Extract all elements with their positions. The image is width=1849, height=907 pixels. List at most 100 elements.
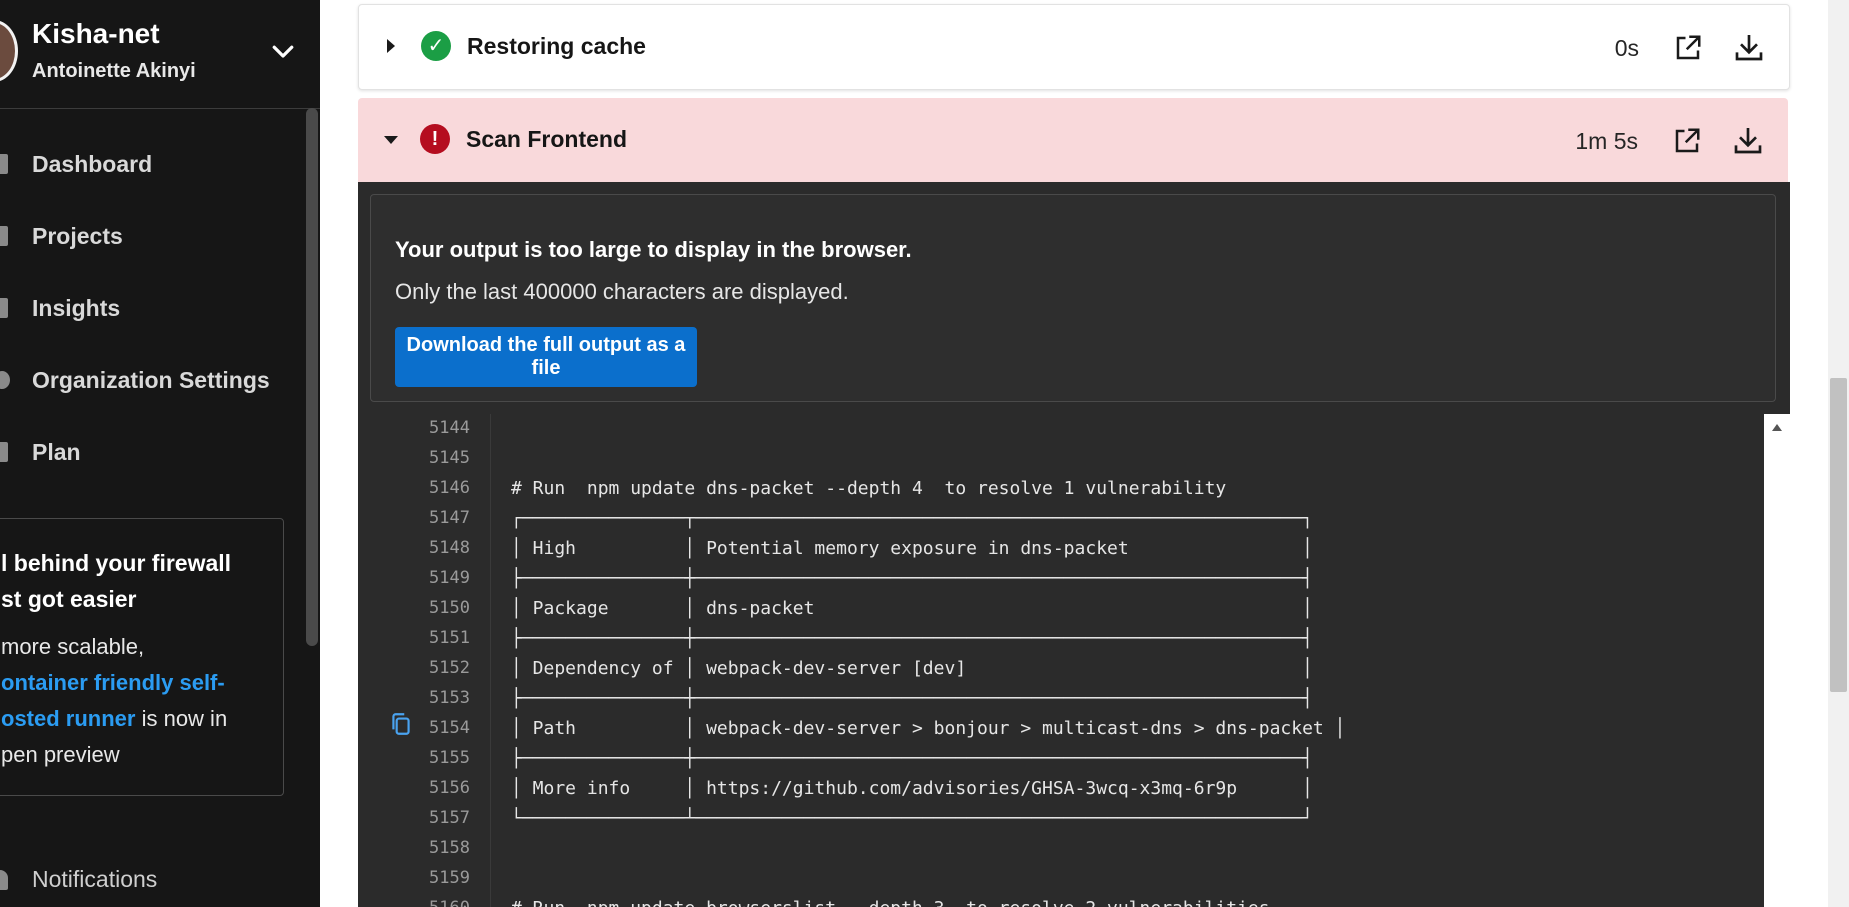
log-line: 5159 [358, 864, 1760, 894]
promo-body-line-1: more scalable, [1, 634, 145, 659]
error-icon: ! [420, 124, 450, 154]
line-text: # Run npm update browserslist --depth 3 … [511, 898, 1270, 907]
log-line: 5145 [358, 444, 1760, 474]
log-line: 5154 │ Path │ webpack-dev-server > bonjou… [358, 714, 1760, 744]
scroll-up-arrow-icon[interactable] [1772, 424, 1782, 431]
sidebar-item-label: Organization Settings [32, 366, 270, 393]
log-line: 5153 ├───────────────┼───────────────────… [358, 684, 1760, 714]
line-number: 5154 [429, 718, 470, 738]
plan-icon [0, 442, 8, 462]
step-duration: 1m 5s [1575, 128, 1638, 154]
output-too-large-notice: Your output is too large to display in t… [370, 194, 1776, 402]
line-number: 5157 [429, 808, 470, 828]
caret-down-icon[interactable] [384, 136, 398, 144]
line-number: 5158 [429, 838, 470, 858]
line-number: 5147 [429, 508, 470, 528]
line-number: 5146 [429, 478, 470, 498]
line-number: 5150 [429, 598, 470, 618]
line-text: │ Path │ webpack-dev-server > bonjour > … [511, 718, 1346, 739]
sidebar: Kisha-net Antoinette Akinyi Dashboard Pr… [0, 0, 320, 907]
log-line: 5160 # Run npm update browserslist --dept… [358, 894, 1760, 907]
caret-right-icon[interactable] [387, 39, 395, 53]
line-number: 5159 [429, 868, 470, 888]
notice-text: Only the last 400000 characters are disp… [395, 279, 849, 304]
line-text: ├───────────────┼───────────────────────… [511, 748, 1313, 769]
line-text: │ More info │ https://github.com/advisor… [511, 778, 1313, 799]
log-line: 5152 │ Dependency of │ webpack-dev-server… [358, 654, 1760, 684]
log-line: 5144 [358, 414, 1760, 444]
step-output-log: Your output is too large to display in t… [358, 182, 1790, 907]
log-line: 5146 # Run npm update dns-packet --depth … [358, 474, 1760, 504]
sidebar-item-dashboard[interactable]: Dashboard [0, 142, 300, 186]
log-line: 5150 │ Package │ dns-packet │ [358, 594, 1760, 624]
org-name: Kisha-net [32, 18, 160, 49]
sidebar-scrollbar[interactable] [306, 108, 318, 646]
promo-title-line-1: l behind your firewall [1, 550, 232, 576]
sidebar-item-projects[interactable]: Projects [0, 214, 300, 258]
sidebar-item-organization-settings[interactable]: Organization Settings [0, 358, 300, 402]
promo-title: l behind your firewall st got easier [0, 545, 281, 617]
promo-body-line-4: pen preview [1, 742, 120, 767]
notice-title: Your output is too large to display in t… [395, 237, 912, 262]
user-name: Antoinette Akinyi [32, 60, 196, 82]
page-scrollbar-thumb[interactable] [1830, 378, 1847, 692]
line-text: ├───────────────┼───────────────────────… [511, 628, 1313, 649]
line-text: │ High │ Potential memory exposure in dn… [511, 538, 1313, 559]
line-text: │ Package │ dns-packet │ [511, 598, 1313, 619]
sidebar-item-notifications[interactable]: Notifications [0, 862, 300, 898]
sidebar-item-label: Dashboard [32, 150, 153, 177]
line-number: 5148 [429, 538, 470, 558]
log-line: 5155 ├───────────────┼───────────────────… [358, 744, 1760, 774]
line-number: 5160 [410, 898, 470, 907]
log-line: 5156 │ More info │ https://github.com/adv… [358, 774, 1760, 804]
sidebar-item-insights[interactable]: Insights [0, 286, 300, 330]
job-steps-panel: ✓ Restoring cache 0s ! Scan Frontend 1m … [320, 0, 1828, 907]
line-number: 5151 [429, 628, 470, 648]
line-number: 5145 [429, 448, 470, 468]
chevron-down-icon[interactable] [268, 36, 298, 66]
gear-icon [0, 371, 10, 389]
promo-body-line-3: is now in [135, 706, 228, 731]
check-icon: ✓ [421, 31, 451, 61]
line-text: ├───────────────┼───────────────────────… [511, 568, 1313, 589]
promo-title-line-2: st got easier [1, 586, 137, 612]
line-number: 5155 [429, 748, 470, 768]
download-full-output-button[interactable]: Download the full output as a file [395, 327, 697, 387]
line-number: 5152 [429, 658, 470, 678]
line-text: │ Dependency of │ webpack-dev-server [de… [511, 658, 1313, 679]
download-icon[interactable] [1732, 124, 1764, 156]
log-line: 5151 ├───────────────┼───────────────────… [358, 624, 1760, 654]
external-link-icon[interactable] [1672, 126, 1702, 156]
bell-icon [0, 870, 8, 890]
step-duration: 0s [1614, 35, 1639, 61]
log-lines: 5144 5145 5146 # Run npm update dns-packet … [358, 414, 1760, 907]
projects-icon [0, 226, 8, 246]
promo-runner-link[interactable]: ontainer friendly self- [1, 670, 225, 695]
sidebar-item-label: Plan [32, 438, 81, 465]
sidebar-item-label: Insights [32, 294, 121, 321]
external-link-icon[interactable] [1673, 33, 1703, 63]
sidebar-item-label: Projects [32, 222, 123, 249]
line-number: 5153 [429, 688, 470, 708]
promo-runner-link-cont[interactable]: osted runner [1, 706, 135, 731]
org-avatar [0, 20, 18, 82]
step-title: Restoring cache [467, 33, 646, 59]
log-scrollbar[interactable] [1764, 414, 1790, 907]
line-text: # Run npm update dns-packet --depth 4 to… [511, 478, 1227, 499]
line-number: 5149 [429, 568, 470, 588]
runner-promo-card: l behind your firewall st got easier mor… [0, 518, 284, 796]
log-line: 5148 │ High │ Potential memory exposure i… [358, 534, 1760, 564]
line-text: ├───────────────┼───────────────────────… [511, 688, 1313, 709]
line-text: └───────────────┴───────────────────────… [511, 808, 1313, 829]
log-line: 5158 [358, 834, 1760, 864]
log-line: 5147 ┌───────────────┬───────────────────… [358, 504, 1760, 534]
download-icon[interactable] [1733, 31, 1765, 63]
org-switcher[interactable]: Kisha-net Antoinette Akinyi [0, 0, 320, 109]
line-text: ┌───────────────┬───────────────────────… [511, 508, 1313, 529]
sidebar-item-plan[interactable]: Plan [0, 430, 300, 474]
promo-body: more scalable, ontainer friendly self- o… [0, 629, 281, 773]
dashboard-icon [0, 154, 8, 174]
insights-icon [0, 298, 8, 318]
step-scan-frontend[interactable]: ! Scan Frontend 1m 5s [358, 98, 1788, 182]
step-restoring-cache[interactable]: ✓ Restoring cache 0s [358, 4, 1790, 90]
